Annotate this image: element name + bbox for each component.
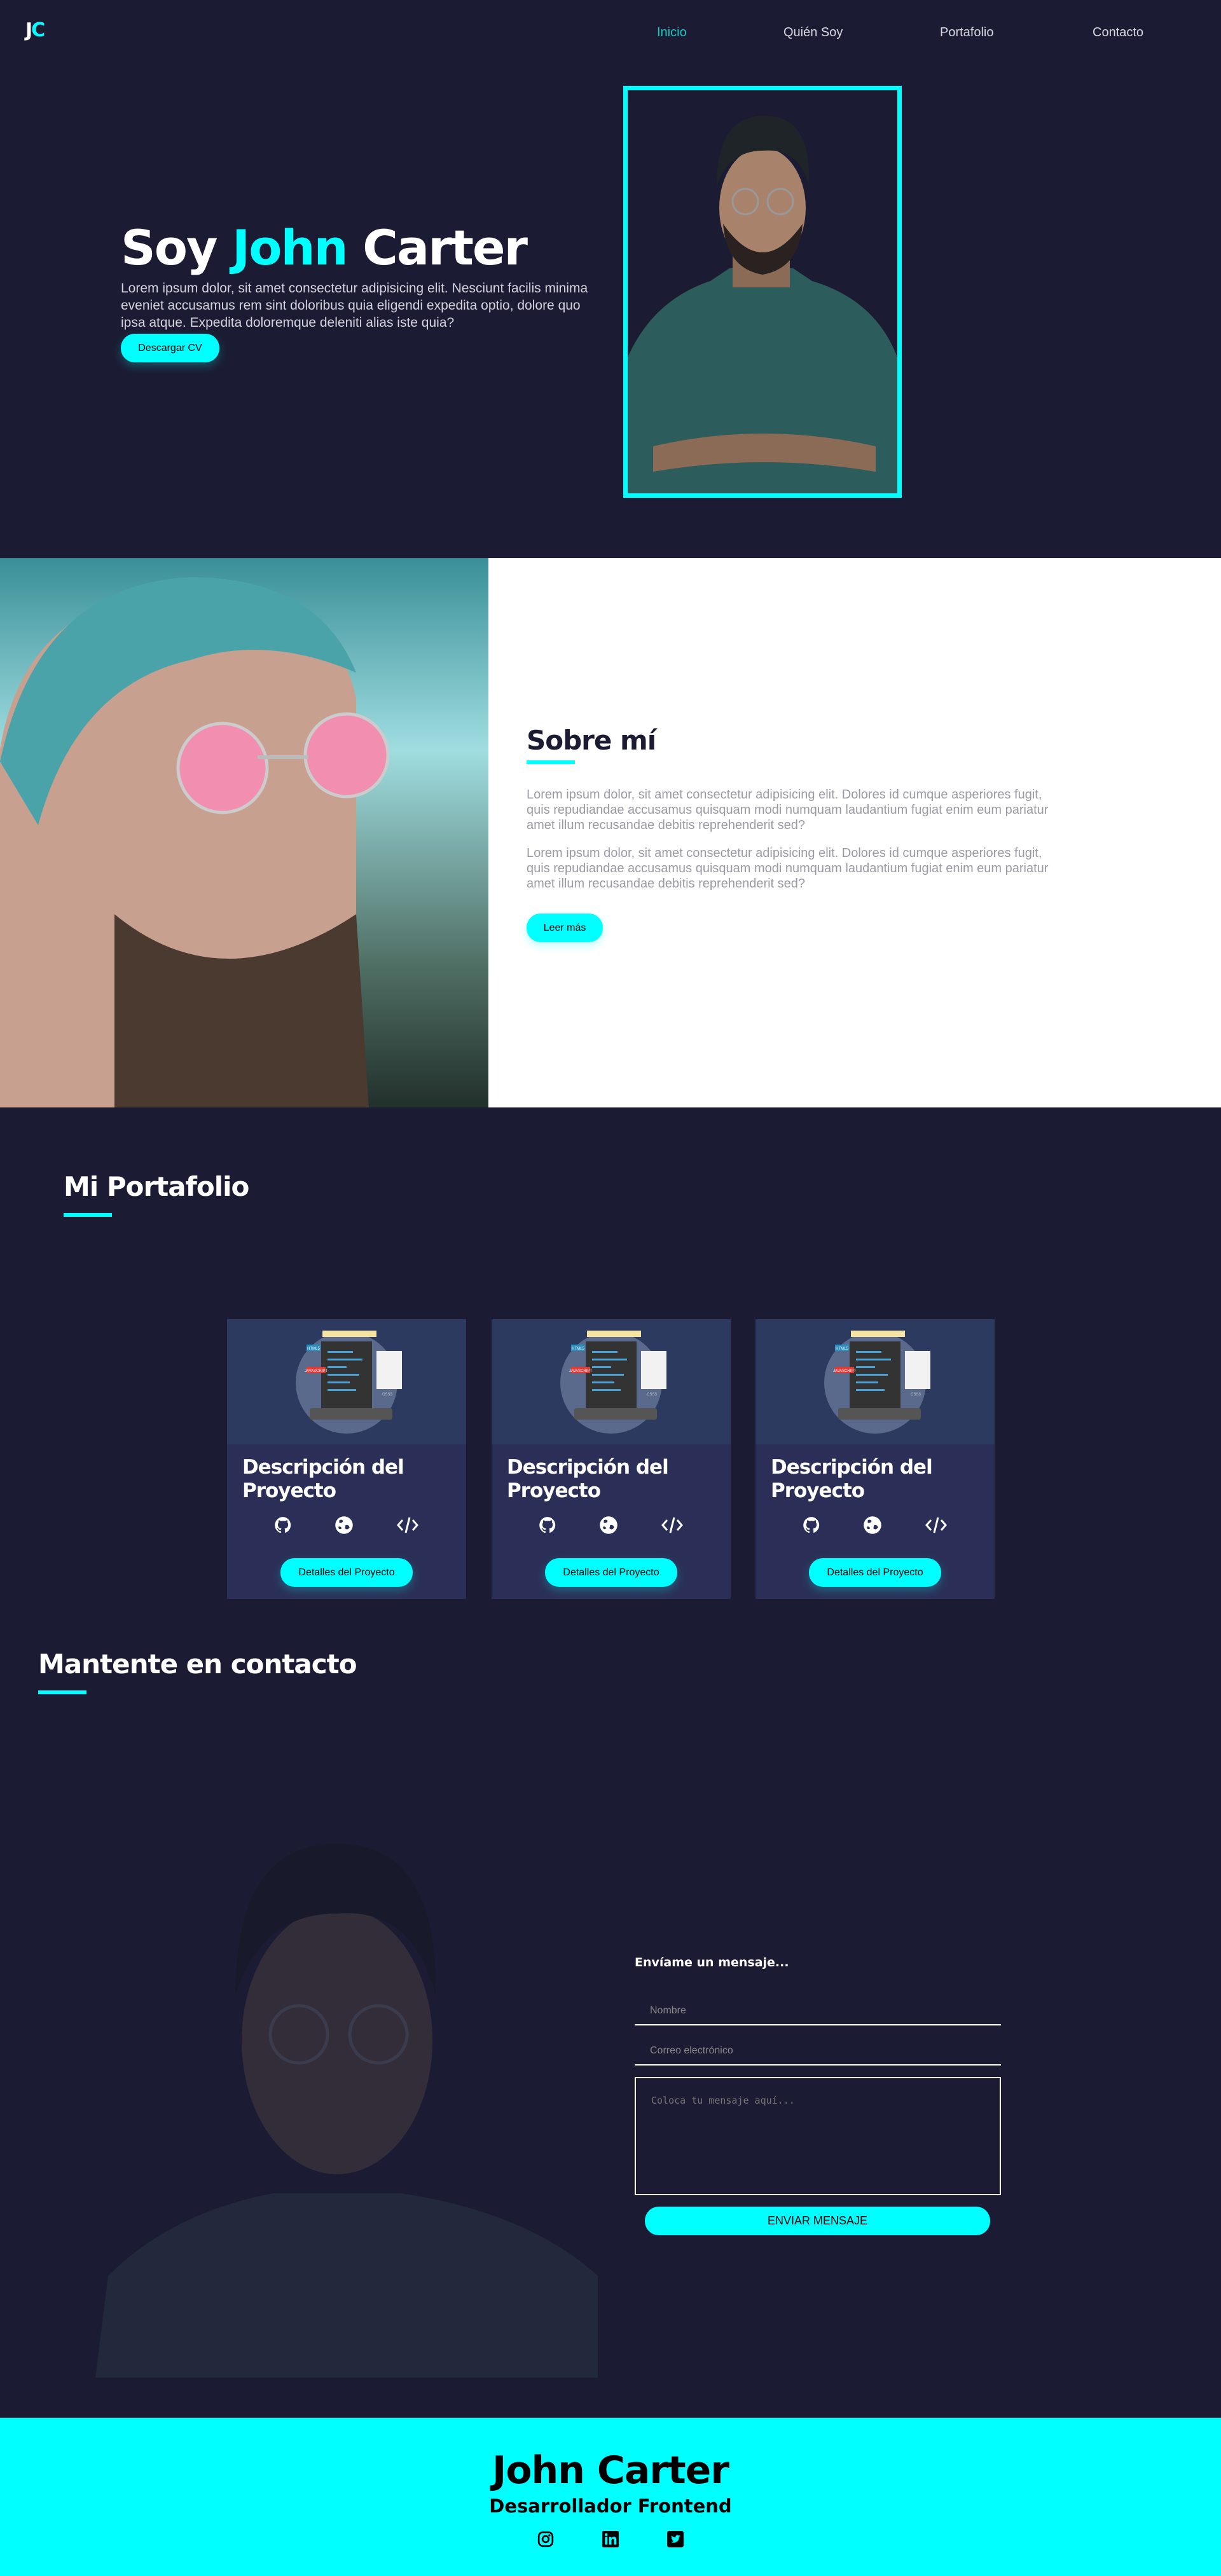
nav-portafolio[interactable]: Portafolio	[940, 25, 994, 40]
svg-text:CSS3: CSS3	[911, 1393, 921, 1397]
nav-inicio[interactable]: Inicio	[657, 25, 687, 40]
message-textarea[interactable]: Coloca tu mensaje aquí...	[635, 2077, 1001, 2195]
form-title: Envíame un mensaje...	[635, 1956, 789, 1970]
github-icon[interactable]	[803, 1516, 820, 1539]
code-icon[interactable]	[661, 1516, 684, 1539]
twitter-icon[interactable]	[667, 2531, 684, 2551]
footer: John Carter Desarrollador Frontend	[0, 2418, 1221, 2576]
email-input[interactable]: Correo electrónico	[635, 2035, 1001, 2066]
about-paragraph: Lorem ipsum dolor, sit amet consectetur …	[527, 788, 1049, 832]
project-details-button[interactable]: Detalles del Proyecto	[545, 1558, 677, 1587]
svg-text:HTML5: HTML5	[836, 1347, 848, 1351]
globe-icon[interactable]	[863, 1516, 882, 1539]
project-card: JAVASCRIPT HTML5 CSS3 Descripción del Pr…	[227, 1319, 466, 1599]
github-icon[interactable]	[274, 1516, 292, 1539]
logo[interactable]: JC	[25, 19, 45, 41]
linkedin-icon[interactable]	[602, 2531, 619, 2551]
svg-text:JAVASCRIPT: JAVASCRIPT	[305, 1369, 328, 1373]
project-illustration: JAVASCRIPT HTML5 CSS3	[227, 1319, 466, 1444]
contact-title-underline	[38, 1690, 86, 1694]
svg-text:JAVASCRIPT: JAVASCRIPT	[833, 1369, 856, 1373]
project-details-button[interactable]: Detalles del Proyecto	[280, 1558, 413, 1587]
globe-icon[interactable]	[599, 1516, 618, 1539]
instagram-icon[interactable]	[537, 2531, 554, 2551]
hero-portrait	[623, 86, 902, 498]
contact-photo	[95, 1831, 598, 2378]
svg-text:CSS3: CSS3	[647, 1393, 657, 1397]
name-input[interactable]: Nombre	[635, 1995, 1001, 2025]
send-message-button[interactable]: ENVIAR MENSAJE	[645, 2207, 990, 2235]
read-more-button[interactable]: Leer más	[527, 914, 603, 942]
project-card: JAVASCRIPT HTML5 CSS3 Descripción del Pr…	[492, 1319, 731, 1599]
hero-title: Soy John Carter	[121, 219, 528, 276]
github-icon[interactable]	[539, 1516, 556, 1539]
portfolio-title-underline	[64, 1213, 112, 1217]
footer-name: John Carter	[492, 2448, 729, 2493]
svg-text:HTML5: HTML5	[307, 1347, 320, 1351]
code-icon[interactable]	[396, 1516, 419, 1539]
download-cv-button[interactable]: Descargar CV	[121, 334, 219, 362]
about-section: Sobre mí Lorem ipsum dolor, sit amet con…	[0, 558, 1221, 1107]
footer-role: Desarrollador Frontend	[489, 2495, 732, 2517]
project-illustration: JAVASCRIPT HTML5 CSS3	[492, 1319, 731, 1444]
globe-icon[interactable]	[335, 1516, 354, 1539]
code-icon[interactable]	[925, 1516, 948, 1539]
svg-text:JAVASCRIPT: JAVASCRIPT	[569, 1369, 592, 1373]
portrait-image	[628, 116, 897, 493]
project-title: Descripción del Proyecto	[771, 1456, 933, 1502]
about-photo	[0, 558, 488, 1107]
about-title: Sobre mí	[527, 725, 656, 756]
portfolio-title: Mi Portafolio	[64, 1171, 249, 1202]
about-paragraph: Lorem ipsum dolor, sit amet consectetur …	[527, 846, 1049, 891]
svg-text:HTML5: HTML5	[572, 1347, 584, 1351]
project-title: Descripción del Proyecto	[507, 1456, 669, 1502]
project-illustration: JAVASCRIPT HTML5 CSS3	[755, 1319, 995, 1444]
project-details-button[interactable]: Detalles del Proyecto	[809, 1558, 941, 1587]
about-title-underline	[527, 760, 575, 764]
project-title: Descripción del Proyecto	[242, 1456, 404, 1502]
hero-text: Lorem ipsum dolor, sit amet consectetur …	[121, 281, 588, 330]
project-card: JAVASCRIPT HTML5 CSS3 Descripción del Pr…	[755, 1319, 995, 1599]
nav-quien-soy[interactable]: Quién Soy	[783, 25, 843, 40]
nav-contacto[interactable]: Contacto	[1093, 25, 1143, 40]
svg-text:CSS3: CSS3	[382, 1393, 392, 1397]
contact-title: Mantente en contacto	[38, 1648, 357, 1680]
